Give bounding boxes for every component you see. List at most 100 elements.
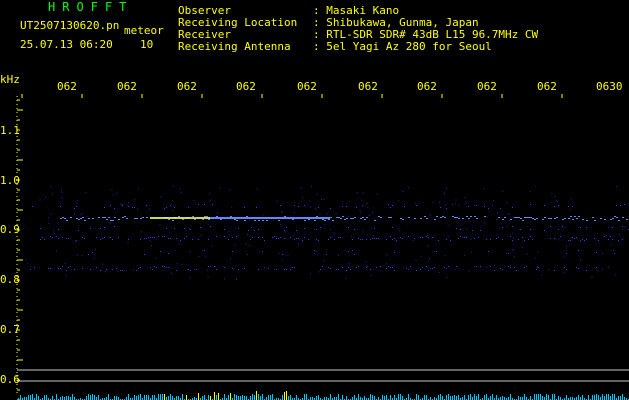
signal-dot	[258, 237, 259, 238]
histogram-bar	[290, 395, 291, 400]
histogram-bar	[116, 396, 117, 400]
signal-dot	[396, 240, 397, 241]
signal-dot	[170, 205, 171, 206]
signal-dot	[338, 237, 339, 238]
signal-dot	[578, 216, 580, 217]
signal-dot	[168, 219, 170, 220]
signal-dot	[564, 218, 566, 219]
noise-dot	[211, 245, 213, 247]
noise-dot	[280, 224, 282, 226]
signal-dot	[544, 230, 545, 231]
signal-dot	[42, 237, 43, 238]
signal-dot	[284, 216, 286, 217]
signal-dot	[212, 204, 213, 205]
noise-dot	[191, 216, 193, 218]
noise-dot	[465, 202, 467, 204]
noise-dot	[421, 255, 423, 257]
signal-dot	[304, 205, 305, 206]
noise-dot	[367, 234, 369, 236]
signal-dot	[112, 220, 114, 221]
signal-dot	[304, 228, 305, 229]
histogram-bar	[400, 394, 401, 400]
signal-dot	[432, 268, 433, 269]
noise-dot	[127, 242, 129, 244]
noise-dot	[329, 228, 331, 230]
signal-dot	[502, 239, 503, 240]
signal-dot	[556, 217, 558, 218]
signal-dot	[332, 220, 334, 221]
histogram-bar	[446, 395, 447, 400]
signal-dot	[372, 238, 373, 239]
signal-dot	[342, 216, 344, 217]
noise-dot	[97, 218, 99, 220]
signal-dot	[480, 266, 481, 267]
signal-dot	[470, 216, 472, 217]
signal-dot	[146, 217, 148, 218]
noise-dot	[155, 257, 157, 259]
noise-dot	[438, 271, 440, 273]
signal-dot	[232, 251, 233, 252]
noise-dot	[236, 278, 238, 280]
noise-dot	[370, 274, 372, 276]
signal-dot	[228, 239, 229, 240]
noise-dot	[76, 254, 78, 256]
signal-dot	[520, 229, 521, 230]
histogram-bar	[394, 395, 395, 400]
histogram-bar	[66, 396, 67, 400]
signal-dot	[572, 219, 574, 220]
signal-dot	[186, 236, 187, 237]
noise-dot	[565, 245, 567, 247]
signal-dot	[490, 239, 491, 240]
signal-dot	[92, 252, 93, 253]
noise-dot	[597, 270, 599, 272]
signal-dot	[346, 270, 347, 271]
noise-dot	[447, 224, 449, 226]
signal-dot	[586, 220, 588, 221]
noise-dot	[360, 199, 362, 201]
histogram-bar	[448, 394, 449, 400]
histogram-bar	[162, 394, 163, 400]
noise-dot	[85, 192, 87, 194]
noise-dot	[237, 235, 239, 237]
noise-dot	[160, 196, 162, 198]
signal-dot	[394, 270, 395, 271]
histogram-bar	[36, 394, 37, 400]
signal-dot	[188, 269, 189, 270]
histogram-bar	[224, 394, 225, 400]
histogram-bar	[358, 394, 359, 400]
noise-dot	[371, 212, 373, 214]
noise-dot	[570, 218, 572, 220]
histogram-bar	[128, 394, 129, 400]
noise-dot	[56, 250, 58, 252]
signal-dot	[98, 217, 100, 218]
signal-dot	[182, 219, 184, 220]
noise-dot	[210, 199, 212, 201]
noise-dot	[209, 192, 211, 194]
noise-dot	[446, 276, 448, 278]
histogram-bar	[594, 395, 595, 400]
signal-dot	[426, 218, 428, 219]
signal-dot	[60, 206, 61, 207]
signal-dot	[410, 266, 411, 267]
signal-dot	[296, 238, 297, 239]
noise-dot	[193, 200, 195, 202]
signal-dot	[258, 269, 259, 270]
signal-dot	[562, 219, 564, 220]
noise-dot	[414, 203, 416, 205]
noise-dot	[256, 188, 258, 190]
signal-dot	[566, 269, 567, 270]
noise-dot	[74, 240, 76, 242]
noise-dot	[324, 224, 326, 226]
histogram-bar	[578, 395, 579, 400]
histogram-bar	[386, 395, 387, 400]
signal-dot	[280, 205, 281, 206]
signal-dot	[206, 216, 208, 217]
signal-dot	[484, 206, 485, 207]
signal-dot	[528, 217, 530, 218]
signal-dot	[340, 237, 341, 238]
noise-dot	[141, 231, 143, 233]
signal-dot	[328, 239, 329, 240]
noise-dot	[170, 272, 172, 274]
noise-dot	[463, 254, 465, 256]
noise-dot	[207, 223, 209, 225]
